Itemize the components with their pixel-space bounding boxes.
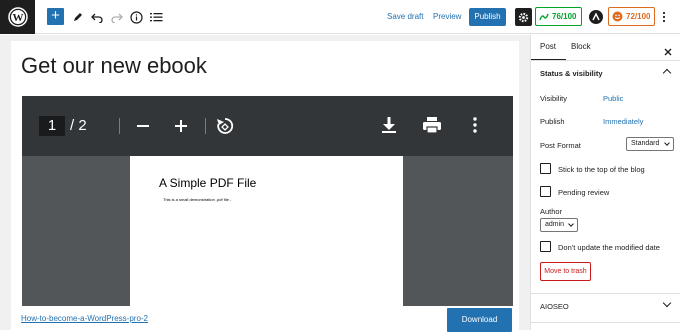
chevron-up-icon[interactable]: [662, 68, 672, 78]
settings-sidebar: Post Block Status & visibility Visibilit…: [530, 35, 680, 330]
pending-review-label: Pending review: [558, 188, 610, 197]
author-select[interactable]: admin: [540, 218, 578, 232]
more-options-icon[interactable]: [659, 9, 669, 25]
aioseo-logo-icon[interactable]: [589, 10, 603, 24]
publish-label: Publish: [540, 117, 565, 126]
print-icon[interactable]: [422, 116, 442, 139]
pdf-page-body: This is a small demonstration .pdf file …: [163, 197, 232, 202]
publish-button[interactable]: Publish: [469, 8, 506, 26]
svg-text:W: W: [12, 12, 23, 24]
post-title[interactable]: Get our new ebook: [21, 53, 207, 79]
save-draft-button[interactable]: Save draft: [387, 12, 423, 21]
divider: [531, 293, 680, 294]
zoom-in-icon[interactable]: [174, 118, 188, 139]
tab-post[interactable]: Post: [540, 42, 556, 51]
add-block-button[interactable]: +: [47, 8, 64, 25]
status-visibility-heading[interactable]: Status & visibility: [540, 69, 603, 78]
tab-block[interactable]: Block: [571, 42, 591, 51]
info-icon[interactable]: [128, 9, 144, 25]
pdf-toolbar-divider: [119, 118, 120, 134]
undo-icon[interactable]: [89, 9, 105, 25]
pencil-icon[interactable]: [70, 9, 86, 25]
seo-analysis-icon: [539, 13, 549, 20]
download-icon[interactable]: [381, 116, 397, 139]
chevron-down-icon: [664, 140, 670, 146]
readability-icon: [612, 11, 623, 22]
seo-score-value: 76/100: [552, 12, 577, 21]
visibility-value-link[interactable]: Public: [603, 94, 623, 103]
move-to-trash-button[interactable]: Move to trash: [540, 262, 591, 281]
author-label: Author: [540, 207, 563, 216]
pdf-more-options-icon[interactable]: [473, 117, 477, 138]
post-format-value: Standard: [631, 140, 660, 147]
aioseo-panel-heading[interactable]: AIOSEO: [540, 302, 569, 311]
rotate-icon[interactable]: [215, 116, 235, 141]
editor-canvas: Get our new ebook 1 / 2 A Simple PDF Fil…: [11, 41, 519, 332]
stick-to-top-checkbox[interactable]: [540, 163, 551, 174]
list-view-icon[interactable]: [148, 9, 164, 25]
zoom-out-icon[interactable]: [136, 118, 150, 139]
top-toolbar: W + Save draft Preview Publish 76/100 72…: [0, 0, 680, 34]
publish-date-link[interactable]: Immediately: [603, 117, 643, 126]
chevron-down-icon[interactable]: [662, 298, 672, 308]
preview-button[interactable]: Preview: [433, 12, 461, 21]
pdf-embed-viewer[interactable]: 1 / 2 A Simple PDF File This is a small …: [22, 96, 513, 306]
post-format-select[interactable]: Standard: [626, 137, 674, 151]
pdf-page: A Simple PDF File This is a small demons…: [130, 156, 403, 306]
stick-to-top-label: Stick to the top of the blog: [558, 165, 645, 174]
chevron-down-icon: [568, 221, 574, 227]
readability-score-value: 72/100: [626, 12, 651, 21]
file-download-link[interactable]: How-to-become-a-WordPress-pro-2: [21, 314, 148, 323]
pdf-toolbar: 1 / 2: [22, 96, 513, 156]
author-value: admin: [545, 221, 565, 228]
pending-review-checkbox[interactable]: [540, 186, 551, 197]
divider: [531, 60, 680, 61]
pdf-toolbar-divider: [205, 118, 206, 134]
readability-score-badge[interactable]: 72/100: [608, 7, 655, 26]
redo-icon[interactable]: [109, 9, 125, 25]
pdf-page-heading: A Simple PDF File: [159, 176, 257, 190]
download-button[interactable]: Download: [447, 308, 512, 332]
pdf-page-number-input[interactable]: 1: [39, 116, 65, 136]
wordpress-logo-icon[interactable]: W: [0, 0, 35, 34]
settings-gear-icon[interactable]: [515, 8, 532, 26]
close-sidebar-icon[interactable]: [664, 43, 672, 61]
divider: [531, 322, 680, 323]
dont-update-modified-label: Don't update the modified date: [558, 243, 660, 252]
editor-area: Get our new ebook 1 / 2 A Simple PDF Fil…: [0, 35, 530, 332]
visibility-label: Visibility: [540, 94, 567, 103]
pdf-page-total: / 2: [70, 117, 87, 134]
dont-update-modified-checkbox[interactable]: [540, 241, 551, 252]
post-format-label: Post Format: [540, 141, 581, 150]
seo-score-badge[interactable]: 76/100: [535, 7, 582, 26]
